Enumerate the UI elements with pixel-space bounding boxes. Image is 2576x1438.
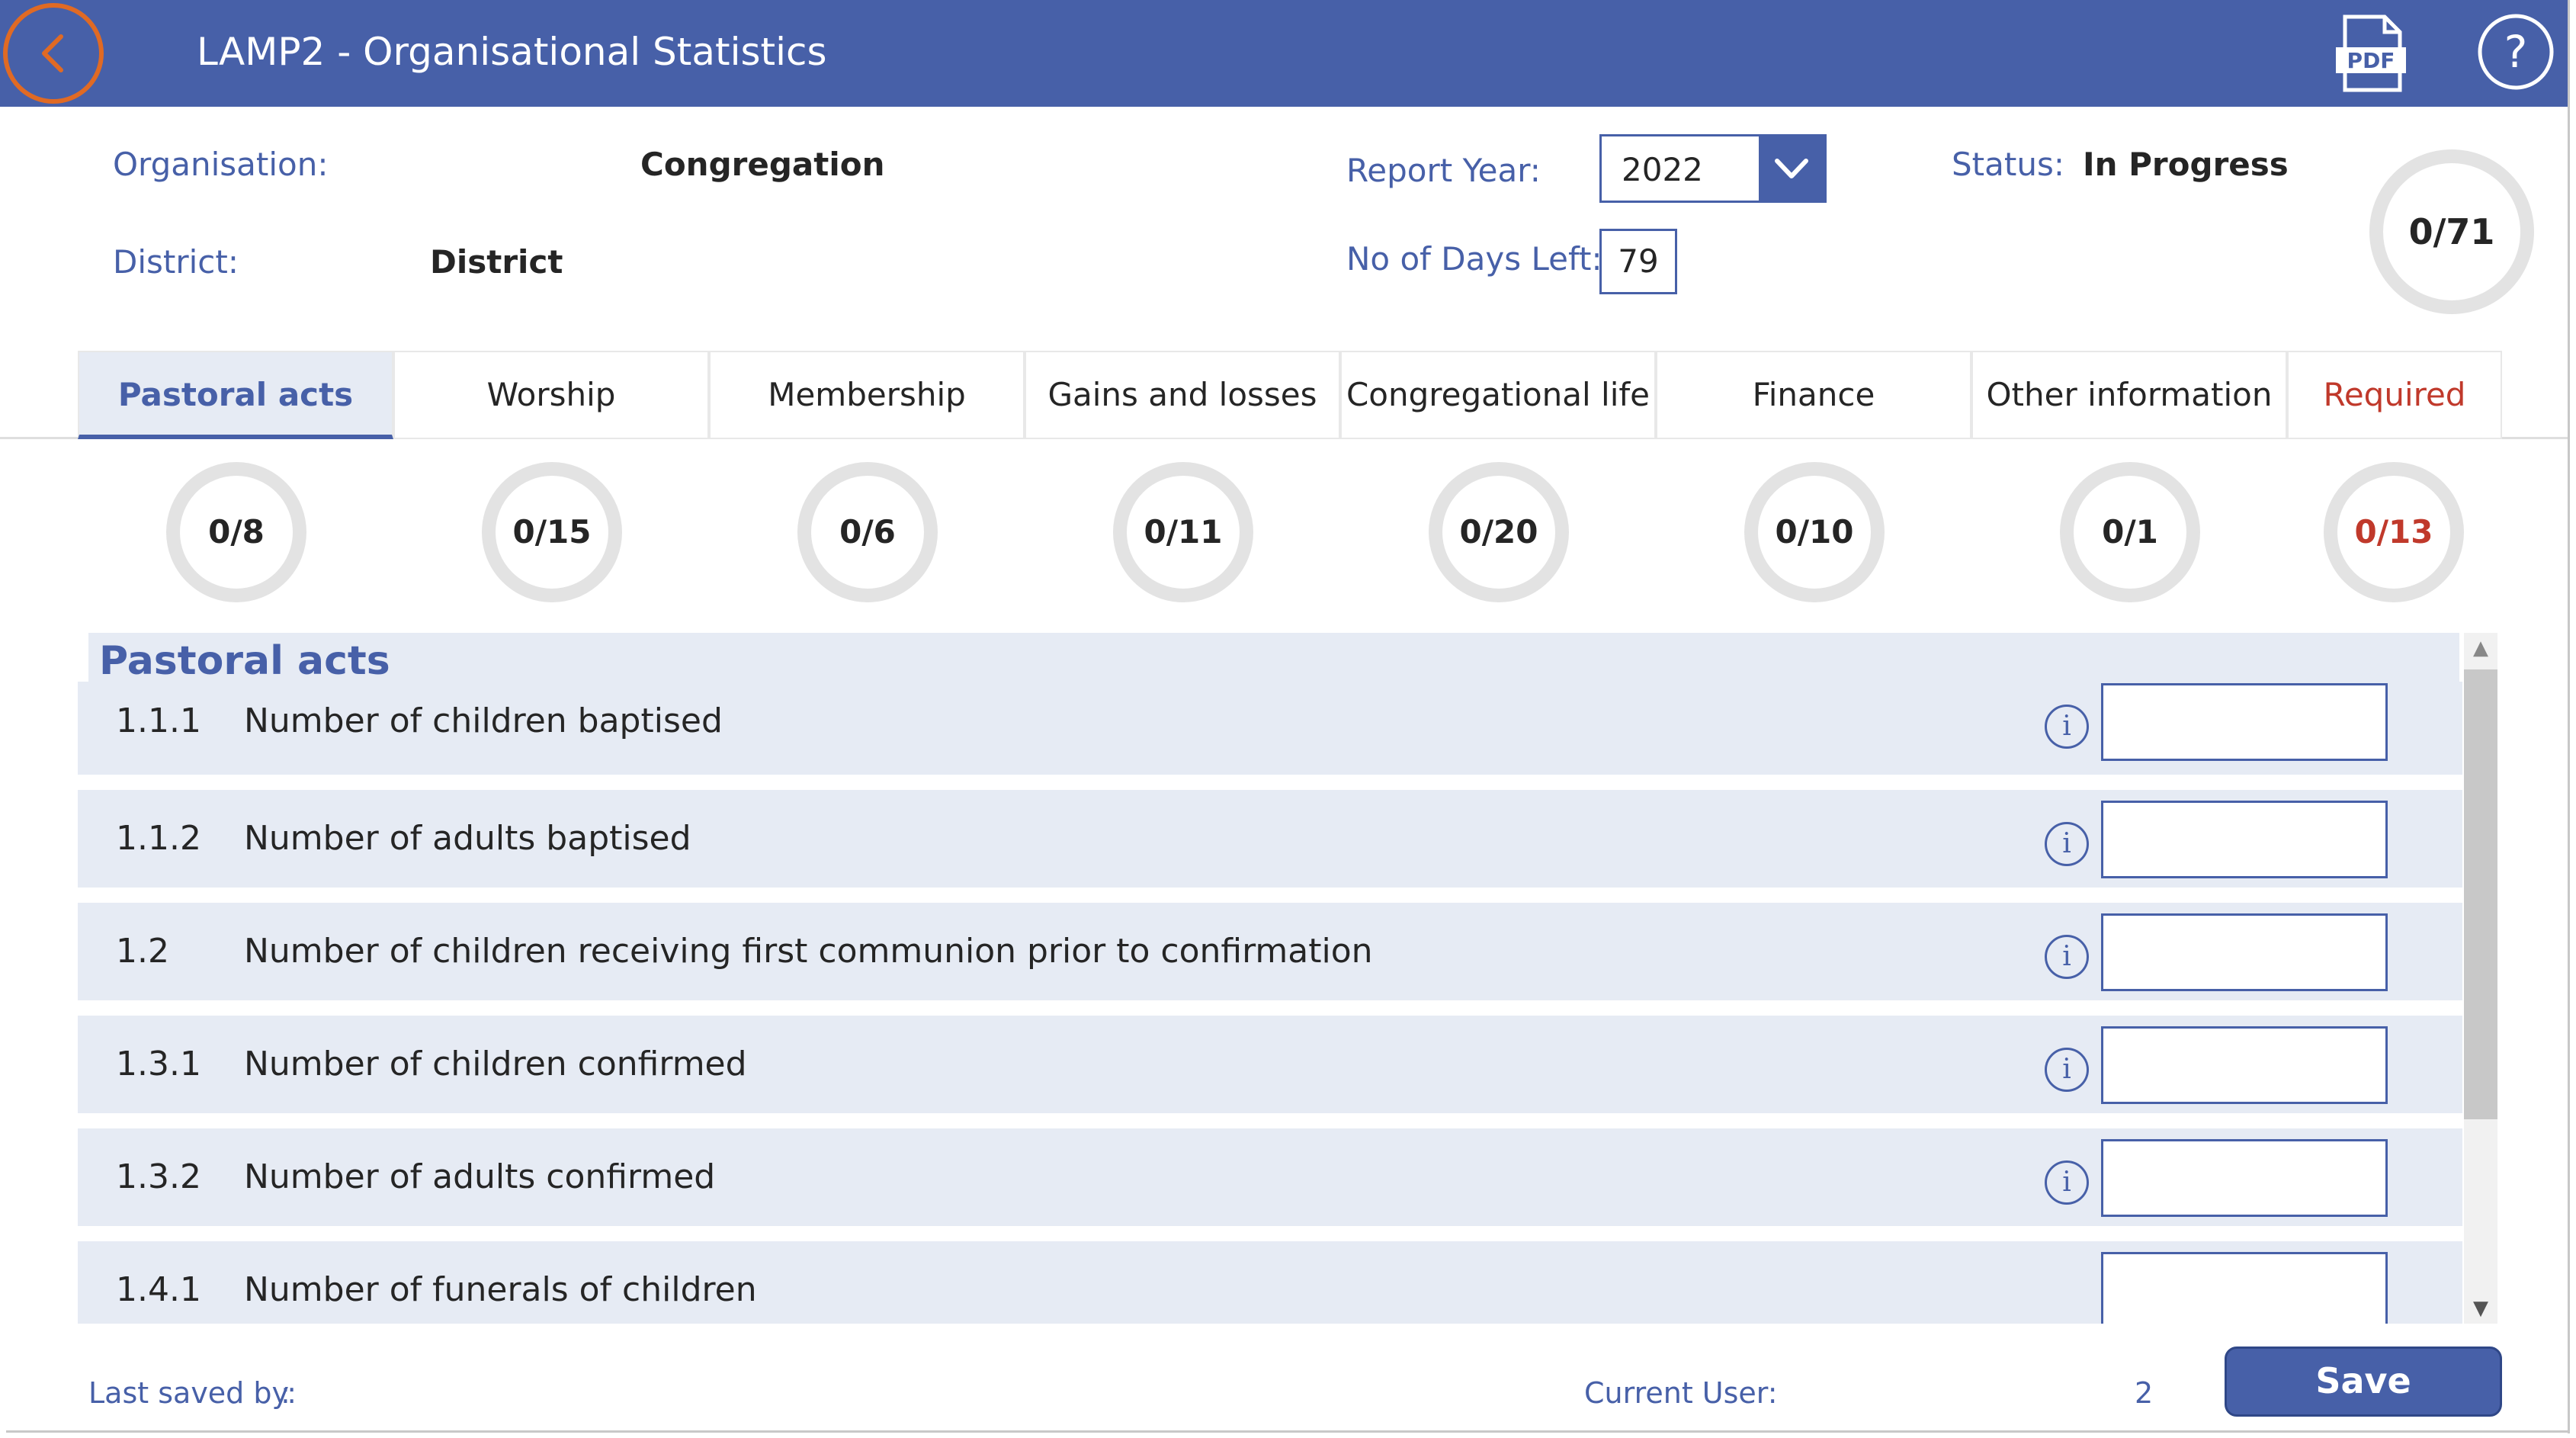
status-label: Status: [1952, 146, 2064, 183]
question-list: Pastoral acts 1.1.1 Number of children b… [78, 633, 2462, 1324]
scrollbar-thumb[interactable] [2464, 669, 2497, 1119]
question-text: Number of children confirmed [244, 1045, 747, 1083]
question-text: Number of adults confirmed [244, 1157, 716, 1196]
answer-input[interactable] [2101, 1026, 2388, 1104]
pdf-export-icon[interactable]: PDF [2334, 14, 2408, 93]
question-text: Number of children baptised [244, 701, 723, 740]
status-value: In Progress [2083, 146, 2289, 183]
progress-ring-finance: 0/10 [1744, 462, 1885, 602]
table-row: 1.2 Number of children receiving first c… [78, 903, 2462, 1000]
tab-worship[interactable]: Worship [393, 351, 709, 439]
answer-input[interactable] [2101, 1252, 2388, 1324]
tab-finance[interactable]: Finance [1656, 351, 1971, 439]
days-left-value: 79 [1599, 229, 1677, 294]
progress-ring-worship: 0/15 [482, 462, 622, 602]
question-code: 1.3.1 [116, 1045, 201, 1083]
progress-ring-required: 0/13 [2324, 462, 2464, 602]
window-border-bottom [6, 1430, 2569, 1433]
tab-congregational-life[interactable]: Congregational life [1340, 351, 1656, 439]
help-icon[interactable]: ? [2476, 12, 2555, 91]
info-icon[interactable]: i [2045, 822, 2089, 866]
progress-ring-other-information: 0/1 [2060, 462, 2200, 602]
info-icon[interactable]: i [2045, 935, 2089, 979]
question-code: 1.1.2 [116, 819, 201, 858]
scrollbar[interactable]: ▲ ▼ [2464, 633, 2497, 1324]
organisation-label: Organisation: [113, 146, 329, 183]
scroll-up-icon[interactable]: ▲ [2464, 633, 2497, 663]
tab-gains-and-losses[interactable]: Gains and losses [1025, 351, 1340, 439]
current-user-value: 2 [2135, 1376, 2154, 1410]
tab-pastoral-acts[interactable]: Pastoral acts [78, 351, 393, 439]
scroll-down-icon[interactable]: ▼ [2464, 1293, 2497, 1324]
last-saved-label: Last saved by: [88, 1376, 297, 1410]
days-left-label: No of Days Left: [1346, 240, 1602, 278]
progress-ring-pastoral-acts: 0/8 [166, 462, 306, 602]
page-title: LAMP2 - Organisational Statistics [197, 30, 827, 74]
question-code: 1.1.1 [116, 701, 201, 740]
answer-input[interactable] [2101, 913, 2388, 991]
question-text: Number of children receiving first commu… [244, 932, 1373, 971]
save-button[interactable]: Save [2225, 1347, 2502, 1417]
table-row: 1.3.1 Number of children confirmed i [78, 1016, 2462, 1113]
table-row: 1.4.1 Number of funerals of children [78, 1241, 2462, 1324]
chevron-left-icon [42, 34, 63, 72]
back-button[interactable] [3, 3, 104, 104]
progress-ring-congregational-life: 0/20 [1429, 462, 1569, 602]
answer-input[interactable] [2101, 1139, 2388, 1217]
pdf-label: PDF [2347, 48, 2395, 73]
progress-ring-membership: 0/6 [797, 462, 938, 602]
tab-other-information[interactable]: Other information [1971, 351, 2287, 439]
question-code: 1.3.2 [116, 1157, 201, 1196]
progress-ring-gains-and-losses: 0/11 [1113, 462, 1253, 602]
district-value: District [430, 243, 563, 281]
current-user-label: Current User: [1584, 1376, 1778, 1410]
report-year-select[interactable]: 2022 [1599, 134, 1827, 203]
info-icon[interactable]: i [2045, 1048, 2089, 1092]
table-row: 1.3.2 Number of adults confirmed i [78, 1128, 2462, 1226]
question-code: 1.2 [116, 932, 169, 971]
question-text: Number of adults baptised [244, 819, 691, 858]
overall-progress-ring: 0/71 [2369, 149, 2534, 314]
info-icon[interactable]: i [2045, 1160, 2089, 1205]
tab-membership[interactable]: Membership [709, 351, 1025, 439]
table-row: 1.1.1 Number of children baptised i [78, 682, 2462, 775]
section-title: Pastoral acts [88, 633, 2459, 684]
question-code: 1.4.1 [116, 1270, 201, 1309]
chevron-down-icon[interactable] [1759, 136, 1824, 201]
answer-input[interactable] [2101, 683, 2388, 761]
district-label: District: [113, 243, 239, 281]
help-glyph: ? [2504, 26, 2528, 78]
info-icon[interactable]: i [2045, 705, 2089, 749]
report-year-value: 2022 [1622, 151, 1703, 188]
report-year-label: Report Year: [1346, 152, 1541, 189]
app-header: LAMP2 - Organisational Statistics PDF ? [0, 0, 2568, 107]
tab-required[interactable]: Required [2287, 351, 2502, 439]
organisation-value: Congregation [640, 146, 885, 183]
window-border-right [2568, 0, 2570, 1433]
last-saved-value: : [281, 1376, 290, 1410]
answer-input[interactable] [2101, 801, 2388, 878]
table-row: 1.1.2 Number of adults baptised i [78, 790, 2462, 888]
question-text: Number of funerals of children [244, 1270, 757, 1309]
